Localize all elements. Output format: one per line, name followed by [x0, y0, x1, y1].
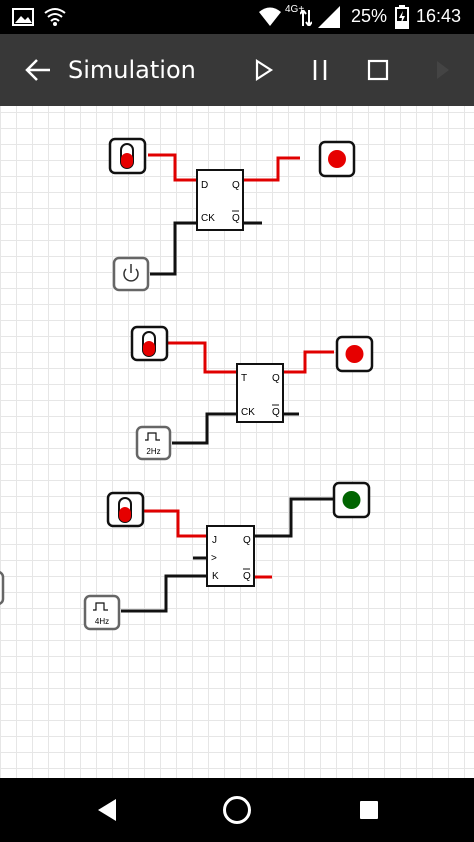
- step-forward-icon: [437, 61, 449, 79]
- push-button-clock[interactable]: [112, 256, 150, 292]
- simulation-canvas[interactable]: D CK Q Q T CK Q Q 2Hz J > K Q Q 4Hz: [0, 106, 474, 778]
- d-flip-flop-circuit: D CK Q Q: [108, 137, 356, 292]
- circuit-diagram: D CK Q Q T CK Q Q 2Hz J > K Q Q 4Hz: [0, 137, 374, 631]
- cell-signal-icon: [318, 6, 340, 28]
- jk-flip-flop-circuit: J > K Q Q 4Hz: [83, 481, 371, 631]
- nav-home-button[interactable]: [213, 786, 261, 834]
- wire-j-input: [144, 509, 207, 538]
- nav-back-button[interactable]: [82, 786, 130, 834]
- battery-charging-icon: [395, 5, 409, 29]
- led-output-q-3[interactable]: [332, 481, 371, 519]
- ck-input-label: CK: [201, 213, 215, 224]
- pause-button[interactable]: [296, 46, 344, 94]
- navigation-bar: [0, 778, 474, 842]
- battery-percentage: 25%: [351, 6, 388, 26]
- arrow-left-icon: [25, 59, 50, 81]
- clock-time: 16:43: [416, 6, 462, 26]
- square-recents-icon: [360, 801, 378, 819]
- image-notification-icon: [12, 8, 34, 26]
- nav-recents-button[interactable]: [345, 786, 393, 834]
- clock-2hz-label: 2Hz: [146, 447, 160, 456]
- d-input-label: D: [201, 180, 208, 191]
- k-input-label: K: [212, 571, 219, 582]
- qbar-output-label-3: Q: [243, 571, 251, 582]
- play-button[interactable]: [240, 46, 288, 94]
- toggle-switch-d[interactable]: [108, 137, 147, 175]
- led-output-q-2[interactable]: [335, 335, 374, 373]
- pause-icon: [313, 60, 327, 80]
- clock-source-4hz[interactable]: 4Hz: [83, 594, 121, 631]
- q-output-label-3: Q: [243, 535, 251, 546]
- circle-home-icon: [223, 796, 251, 824]
- clk-input-label: >: [211, 553, 217, 564]
- q-output-label: Q: [232, 180, 240, 191]
- toolbar: Simulation: [0, 34, 474, 106]
- wire-t-input: [168, 341, 237, 374]
- toggle-switch-t[interactable]: [130, 325, 169, 362]
- wifi-status-icon: [44, 8, 66, 26]
- stop-icon: [367, 59, 389, 81]
- ck-input-label-2: CK: [241, 407, 255, 418]
- clock-source-2hz[interactable]: 2Hz: [135, 425, 172, 461]
- status-bar: 4G+ 25% 16:43: [0, 0, 474, 34]
- play-icon: [255, 59, 274, 81]
- stop-button[interactable]: [354, 46, 402, 94]
- toggle-switch-j[interactable]: [106, 491, 145, 528]
- step-forward-button[interactable]: [420, 46, 468, 94]
- qbar-output-label: Q: [232, 213, 240, 224]
- triangle-back-icon: [98, 799, 116, 821]
- j-input-label: J: [212, 535, 217, 546]
- t-flip-flop-circuit: T CK Q Q 2Hz: [130, 325, 374, 461]
- wire-q-output-3: [254, 497, 334, 538]
- t-input-label: T: [241, 373, 247, 384]
- led-output-q[interactable]: [318, 140, 356, 178]
- clock-4hz-label: 4Hz: [95, 617, 109, 626]
- wire-d-input: [148, 153, 197, 182]
- qbar-output-label-2: Q: [272, 407, 280, 418]
- back-button[interactable]: [14, 46, 62, 94]
- wire-k-input: [121, 574, 207, 613]
- q-output-label-2: Q: [272, 373, 280, 384]
- wire-clock-input: [150, 221, 197, 276]
- page-title: Simulation: [68, 56, 196, 84]
- wire-clock-input-2: [172, 412, 237, 445]
- wire-q-output-2: [283, 350, 334, 374]
- signal-icon: [300, 10, 312, 26]
- wire-q-output: [243, 156, 300, 182]
- wifi-icon: [259, 7, 281, 26]
- offscreen-component[interactable]: [0, 571, 5, 605]
